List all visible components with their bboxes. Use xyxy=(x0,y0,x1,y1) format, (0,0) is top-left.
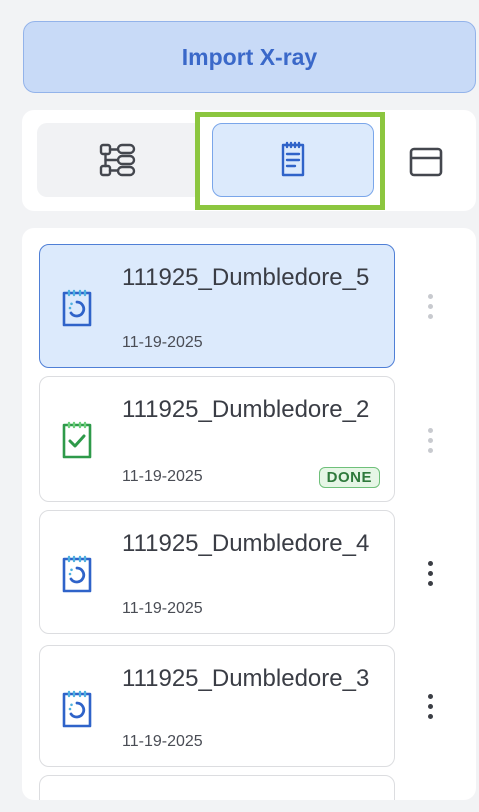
clipboard-check-icon xyxy=(62,421,92,459)
case-date: 11-19-2025 xyxy=(122,334,203,351)
case-title: 111925_Dumbledore_3 xyxy=(122,665,370,692)
case-date: 11-19-2025 xyxy=(122,600,203,617)
clipboard-progress-icon xyxy=(62,289,92,327)
tree-structure-icon xyxy=(99,143,136,177)
case-date: 11-19-2025 xyxy=(122,468,203,485)
case-card[interactable]: 111925_Dumbledore_4 11-19-2025 xyxy=(39,510,395,634)
status-badge: DONE xyxy=(318,467,380,488)
case-title: 111925_Dumbledore_2 xyxy=(122,396,370,423)
list-view-toggle[interactable] xyxy=(212,123,374,197)
panel-layout-icon xyxy=(409,147,443,177)
case-card[interactable]: 111925_Dumbledore_3 11-19-2025 xyxy=(39,645,395,767)
case-menu-button[interactable] xyxy=(420,553,440,593)
clipboard-list-icon xyxy=(281,141,305,177)
case-card[interactable]: 111925_Dumbledore_5 11-19-2025 xyxy=(39,244,395,368)
import-xray-button[interactable]: Import X-ray xyxy=(23,21,476,93)
panel-view-toggle[interactable] xyxy=(395,130,457,194)
case-title: 111925_Dumbledore_4 xyxy=(122,530,370,557)
case-date: 11-19-2025 xyxy=(122,733,203,750)
clipboard-progress-icon xyxy=(62,690,92,728)
case-menu-button[interactable] xyxy=(420,420,440,460)
case-card-partial[interactable] xyxy=(39,775,395,800)
case-menu-button[interactable] xyxy=(420,686,440,726)
case-menu-button[interactable] xyxy=(420,286,440,326)
case-title: 111925_Dumbledore_5 xyxy=(122,264,370,291)
clipboard-progress-icon xyxy=(62,555,92,593)
tree-view-toggle[interactable] xyxy=(37,123,199,197)
case-list: 111925_Dumbledore_5 11-19-2025 111925_Du… xyxy=(22,228,476,800)
case-card[interactable]: 111925_Dumbledore_2 11-19-2025 DONE xyxy=(39,376,395,502)
